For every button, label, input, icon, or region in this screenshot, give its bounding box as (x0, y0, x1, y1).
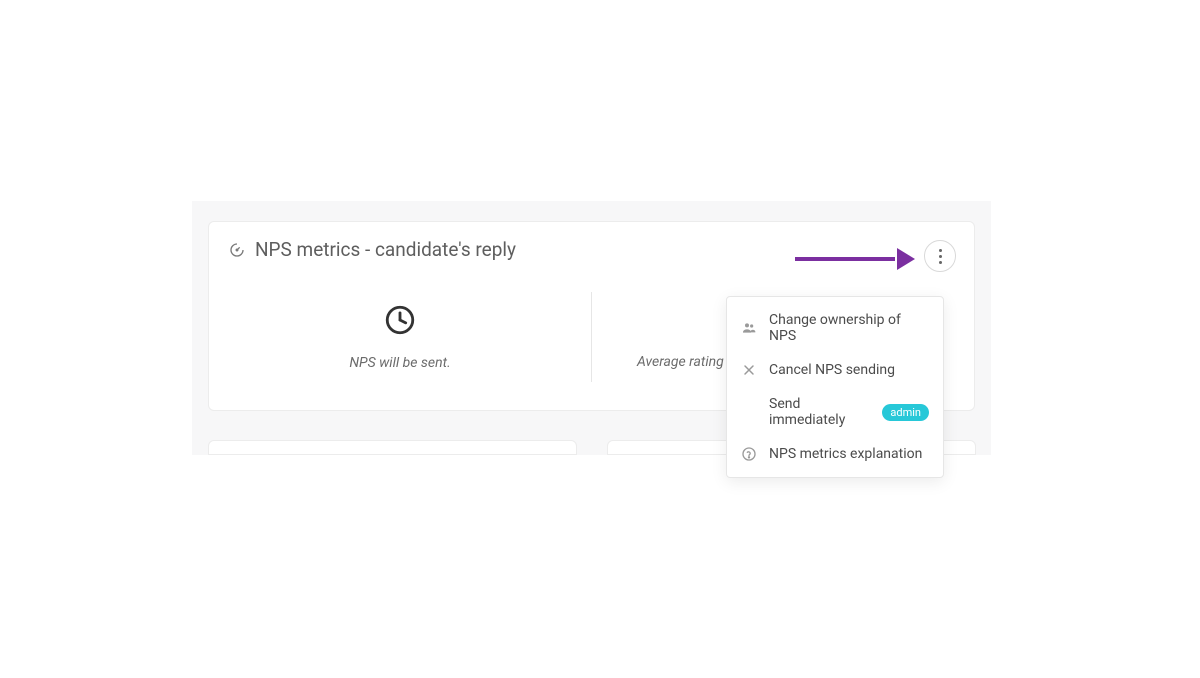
kebab-icon (939, 249, 942, 264)
more-options-button[interactable] (924, 240, 956, 272)
gauge-icon (229, 242, 245, 258)
menu-item-cancel-sending[interactable]: Cancel NPS sending (727, 353, 943, 387)
clock-icon (383, 303, 417, 337)
placeholder-card (208, 440, 577, 455)
people-icon (741, 320, 757, 336)
menu-item-change-ownership[interactable]: Change ownership of NPS (727, 303, 943, 353)
menu-item-send-immediately[interactable]: Send immediately admin (727, 387, 943, 437)
status-column: NPS will be sent. (209, 292, 592, 382)
content-area: NPS metrics - candidate's reply NPS will… (192, 201, 991, 455)
card-title: NPS metrics - candidate's reply (255, 238, 516, 261)
menu-item-label: NPS metrics explanation (769, 446, 922, 462)
annotation-arrow (795, 248, 915, 268)
menu-item-explanation[interactable]: NPS metrics explanation (727, 437, 943, 471)
more-options-menu: Change ownership of NPS Cancel NPS sendi… (726, 296, 944, 478)
menu-item-label: Send immediately (769, 396, 866, 428)
help-icon (741, 446, 757, 462)
close-icon (741, 362, 757, 378)
menu-item-label: Cancel NPS sending (769, 362, 895, 378)
admin-badge: admin (882, 404, 929, 421)
status-text: NPS will be sent. (349, 355, 450, 371)
menu-item-label: Change ownership of NPS (769, 312, 929, 344)
